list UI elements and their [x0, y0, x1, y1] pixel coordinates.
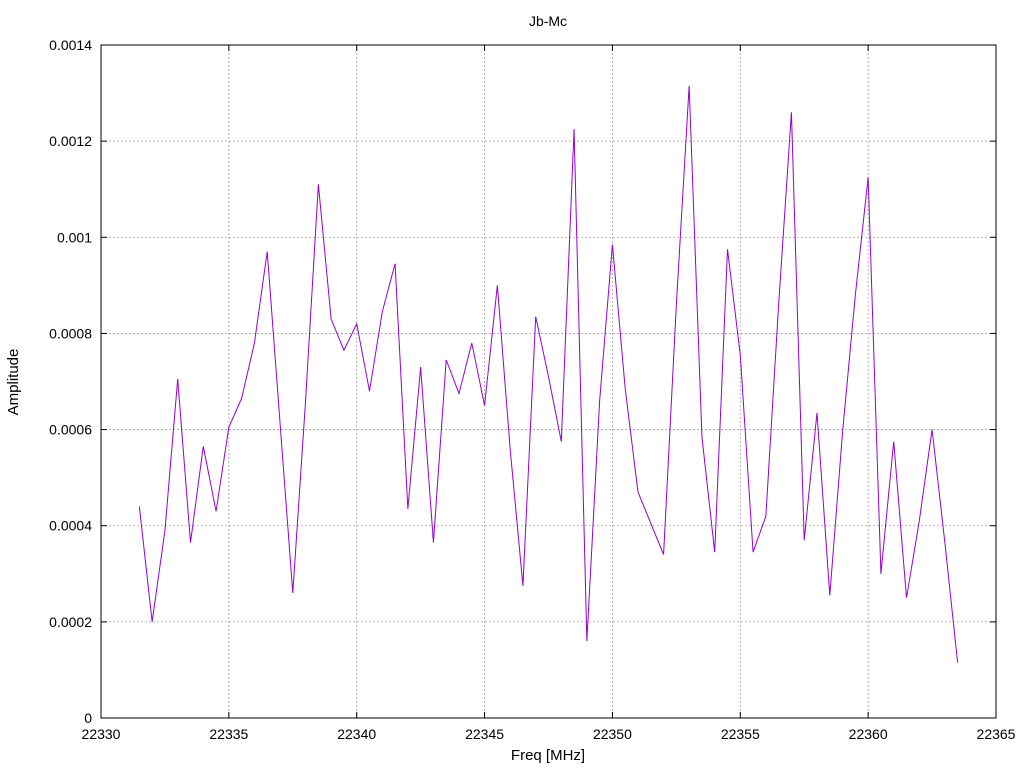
- y-tick-label: 0.0008: [49, 325, 92, 341]
- y-tick-label: 0.0006: [49, 422, 92, 438]
- chart-background: [0, 0, 1024, 768]
- y-tick-label: 0.0014: [49, 37, 92, 53]
- chart-title: Jb-Mc: [529, 13, 567, 29]
- x-tick-label: 22340: [337, 726, 376, 742]
- x-tick-label: 22350: [593, 726, 632, 742]
- x-tick-label: 22330: [82, 726, 121, 742]
- y-tick-label: 0.001: [57, 229, 92, 245]
- y-tick-label: 0.0004: [49, 518, 92, 534]
- y-tick-label: 0: [84, 710, 92, 726]
- y-tick-label: 0.0012: [49, 133, 92, 149]
- x-tick-label: 22355: [721, 726, 760, 742]
- x-tick-label: 22345: [465, 726, 504, 742]
- x-tick-label: 22335: [209, 726, 248, 742]
- x-tick-label: 22360: [849, 726, 888, 742]
- x-axis-title: Freq [MHz]: [511, 747, 585, 764]
- y-axis-title: Amplitude: [5, 349, 22, 416]
- x-tick-label: 22365: [977, 726, 1016, 742]
- chart: 22330 22335 22340 22345 22350 22355 22360 22365…: [0, 0, 1024, 768]
- y-tick-label: 0.0002: [49, 614, 92, 630]
